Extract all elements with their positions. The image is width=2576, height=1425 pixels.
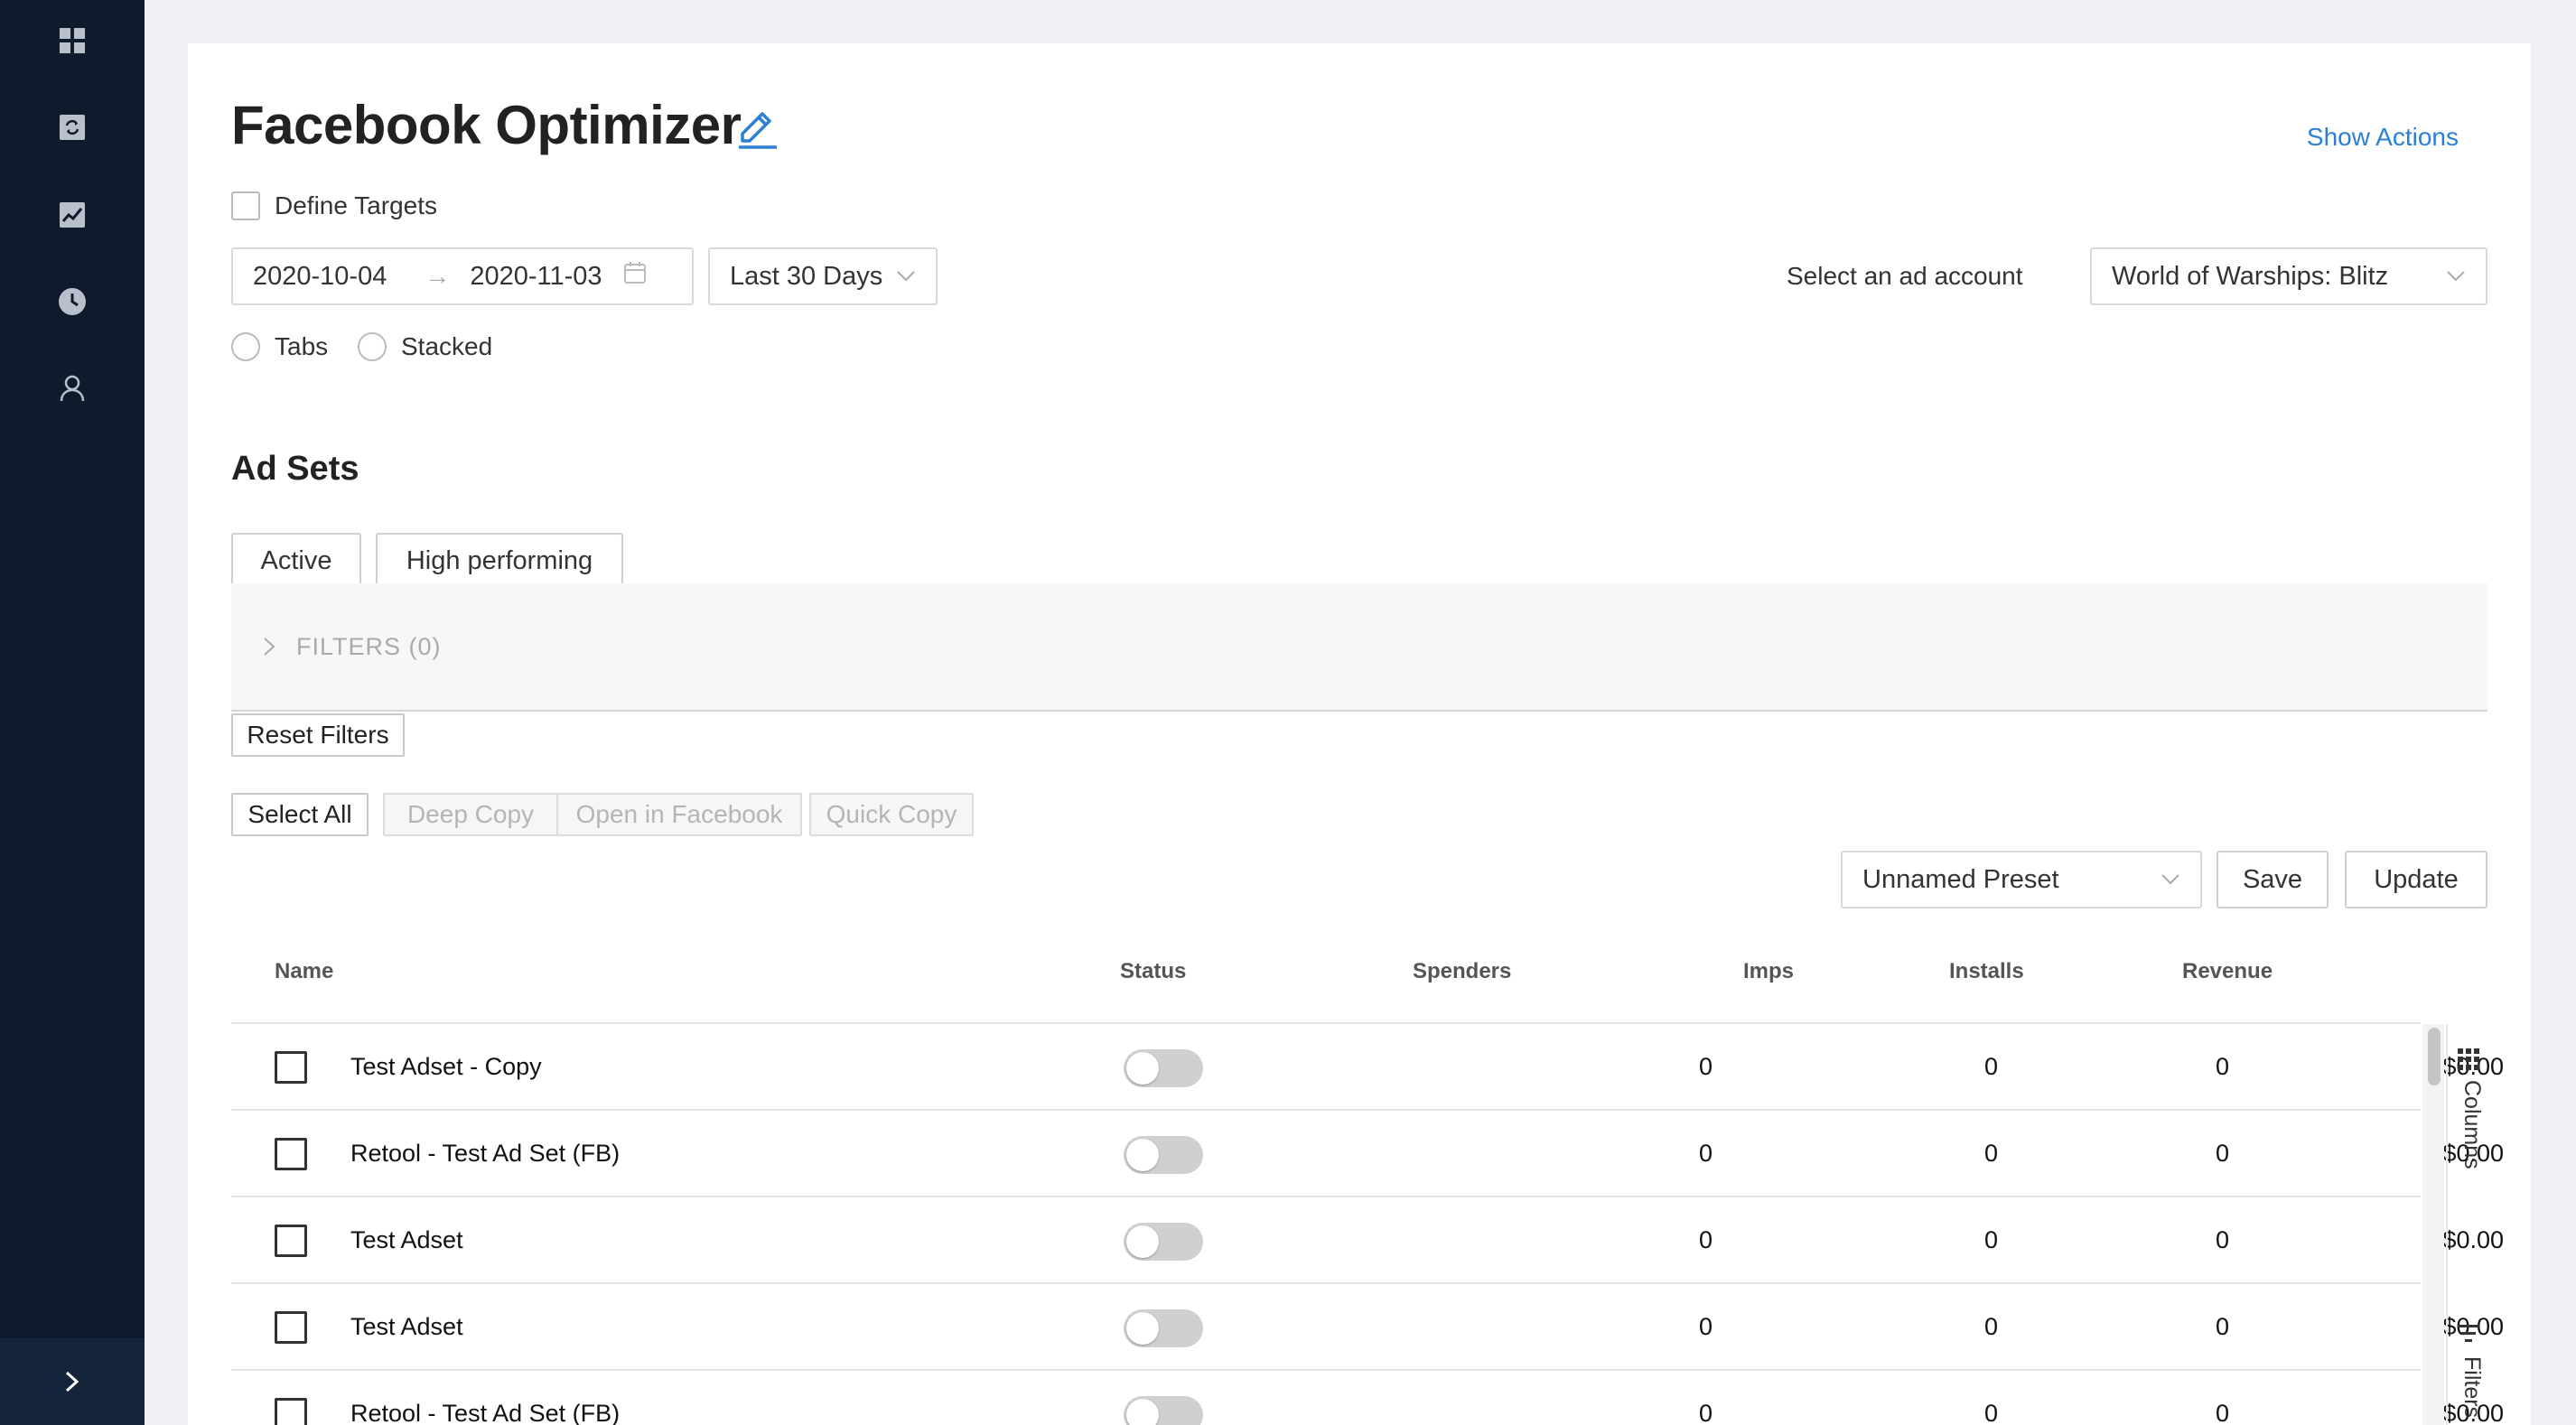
- sidebar: [0, 0, 145, 1425]
- table-row[interactable]: Test Adset 0 0 0 $0.00: [231, 1284, 2504, 1371]
- imps-value: 0: [1983, 1313, 1998, 1340]
- ad-account-value: World of Warships: Blitz: [2112, 261, 2389, 291]
- table-row[interactable]: Test Adset - Copy 0 0 0 $0.00: [231, 1024, 2504, 1111]
- expand-sidebar-button[interactable]: [0, 1338, 145, 1425]
- status-toggle[interactable]: [1124, 1049, 1203, 1087]
- high-performing-filter-button[interactable]: High performing: [376, 533, 623, 589]
- end-date[interactable]: 2020-11-03: [470, 262, 602, 292]
- spenders-value: 0: [1698, 1140, 1713, 1167]
- section-title: Ad Sets: [231, 450, 359, 488]
- dashboard-icon[interactable]: [56, 24, 89, 57]
- calendar-icon: [622, 260, 648, 293]
- status-toggle[interactable]: [1124, 1223, 1203, 1261]
- imps-value: 0: [1983, 1140, 1998, 1167]
- edit-title-icon[interactable]: [733, 103, 780, 150]
- status-toggle[interactable]: [1124, 1136, 1203, 1174]
- chevron-right-icon: [65, 1371, 79, 1392]
- columns-grid-icon: [2458, 1048, 2479, 1070]
- adset-name: Test Adset - Copy: [350, 1053, 542, 1080]
- define-targets-checkbox[interactable]: [231, 191, 260, 220]
- column-header-installs[interactable]: Installs: [1949, 959, 2024, 984]
- row-checkbox[interactable]: [275, 1398, 307, 1425]
- filters-tab[interactable]: Filters: [2457, 1324, 2485, 1418]
- revenue-value: $0.00: [2442, 1226, 2504, 1253]
- filters-label: FILTERS (0): [296, 632, 442, 660]
- spenders-value: 0: [1698, 1053, 1713, 1080]
- status-toggle[interactable]: [1124, 1396, 1203, 1425]
- installs-value: 0: [2215, 1400, 2229, 1425]
- adset-name: Retool - Test Ad Set (FB): [350, 1400, 621, 1425]
- column-header-spenders[interactable]: Spenders: [1413, 959, 1511, 984]
- row-checkbox[interactable]: [275, 1225, 307, 1257]
- adset-name: Test Adset: [350, 1226, 463, 1253]
- tabs-radio-label: Tabs: [275, 332, 329, 360]
- open-in-facebook-button[interactable]: Open in Facebook: [556, 793, 802, 836]
- row-checkbox[interactable]: [275, 1311, 307, 1344]
- spenders-value: 0: [1698, 1226, 1713, 1253]
- imps-value: 0: [1983, 1226, 1998, 1253]
- chevron-down-icon: [2447, 271, 2465, 282]
- column-header-revenue[interactable]: Revenue: [2182, 959, 2273, 984]
- status-toggle[interactable]: [1124, 1309, 1203, 1347]
- chevron-down-icon: [2161, 874, 2179, 885]
- table-scroll-thumb[interactable]: [2428, 1028, 2441, 1085]
- stacked-radio-label: Stacked: [401, 332, 493, 360]
- show-actions-link[interactable]: Show Actions: [2307, 123, 2459, 152]
- ad-account-label: Select an ad account: [1787, 262, 2023, 290]
- side-panel-divider: [2446, 1024, 2448, 1425]
- main-panel: Facebook Optimizer Show Actions Define T…: [188, 43, 2531, 1425]
- columns-tab[interactable]: Columns: [2457, 1048, 2485, 1169]
- date-range-picker[interactable]: 2020-10-04 → 2020-11-03: [231, 247, 694, 305]
- stacked-radio[interactable]: [358, 332, 387, 361]
- start-date[interactable]: 2020-10-04: [253, 262, 387, 292]
- installs-value: 0: [2215, 1140, 2229, 1167]
- preset-select[interactable]: Unnamed Preset: [1841, 851, 2202, 908]
- refresh-icon[interactable]: [56, 111, 89, 144]
- update-preset-button[interactable]: Update: [2345, 851, 2487, 908]
- columns-tab-label: Columns: [2459, 1080, 2485, 1169]
- chevron-down-icon: [897, 271, 915, 282]
- chevron-right-icon: [264, 638, 275, 656]
- save-preset-button[interactable]: Save: [2217, 851, 2329, 908]
- table-row[interactable]: Retool - Test Ad Set (FB) 0 0 0 $0.00: [231, 1111, 2504, 1197]
- table-row[interactable]: Test Adset 0 0 0 $0.00: [231, 1197, 2504, 1284]
- installs-value: 0: [2215, 1313, 2229, 1340]
- quick-copy-button[interactable]: Quick Copy: [809, 793, 974, 836]
- column-header-imps[interactable]: Imps: [1743, 959, 1794, 984]
- column-header-name[interactable]: Name: [275, 959, 333, 984]
- tabs-radio[interactable]: [231, 332, 260, 361]
- select-all-button[interactable]: Select All: [231, 793, 369, 836]
- installs-value: 0: [2215, 1226, 2229, 1253]
- define-targets-label: Define Targets: [275, 191, 438, 219]
- row-checkbox[interactable]: [275, 1138, 307, 1170]
- imps-value: 0: [1983, 1053, 1998, 1080]
- filters-tab-label: Filters: [2459, 1356, 2485, 1419]
- chart-icon[interactable]: [56, 199, 89, 231]
- spenders-value: 0: [1698, 1400, 1713, 1425]
- imps-value: 0: [1983, 1400, 1998, 1425]
- range-preset-value: Last 30 Days: [730, 261, 883, 291]
- page-title: Facebook Optimizer: [231, 95, 742, 155]
- filters-collapse[interactable]: FILTERS (0): [231, 583, 2487, 712]
- user-icon[interactable]: [56, 372, 89, 405]
- ad-account-select[interactable]: World of Warships: Blitz: [2090, 247, 2487, 305]
- column-header-status[interactable]: Status: [1120, 959, 1186, 984]
- preset-value: Unnamed Preset: [1862, 864, 2059, 894]
- filter-lines-icon: [2458, 1325, 2479, 1342]
- installs-value: 0: [2215, 1053, 2229, 1080]
- deep-copy-button[interactable]: Deep Copy: [383, 793, 558, 836]
- row-checkbox[interactable]: [275, 1051, 307, 1084]
- adset-name: Retool - Test Ad Set (FB): [350, 1140, 621, 1167]
- adset-name: Test Adset: [350, 1313, 463, 1340]
- reset-filters-button[interactable]: Reset Filters: [231, 713, 405, 757]
- active-filter-button[interactable]: Active: [231, 533, 361, 589]
- clock-icon[interactable]: [56, 285, 89, 318]
- spenders-value: 0: [1698, 1313, 1713, 1340]
- table-row[interactable]: Retool - Test Ad Set (FB) 0 0 0 $0.00: [231, 1371, 2504, 1425]
- date-separator: →: [425, 262, 451, 290]
- range-preset-select[interactable]: Last 30 Days: [708, 247, 938, 305]
